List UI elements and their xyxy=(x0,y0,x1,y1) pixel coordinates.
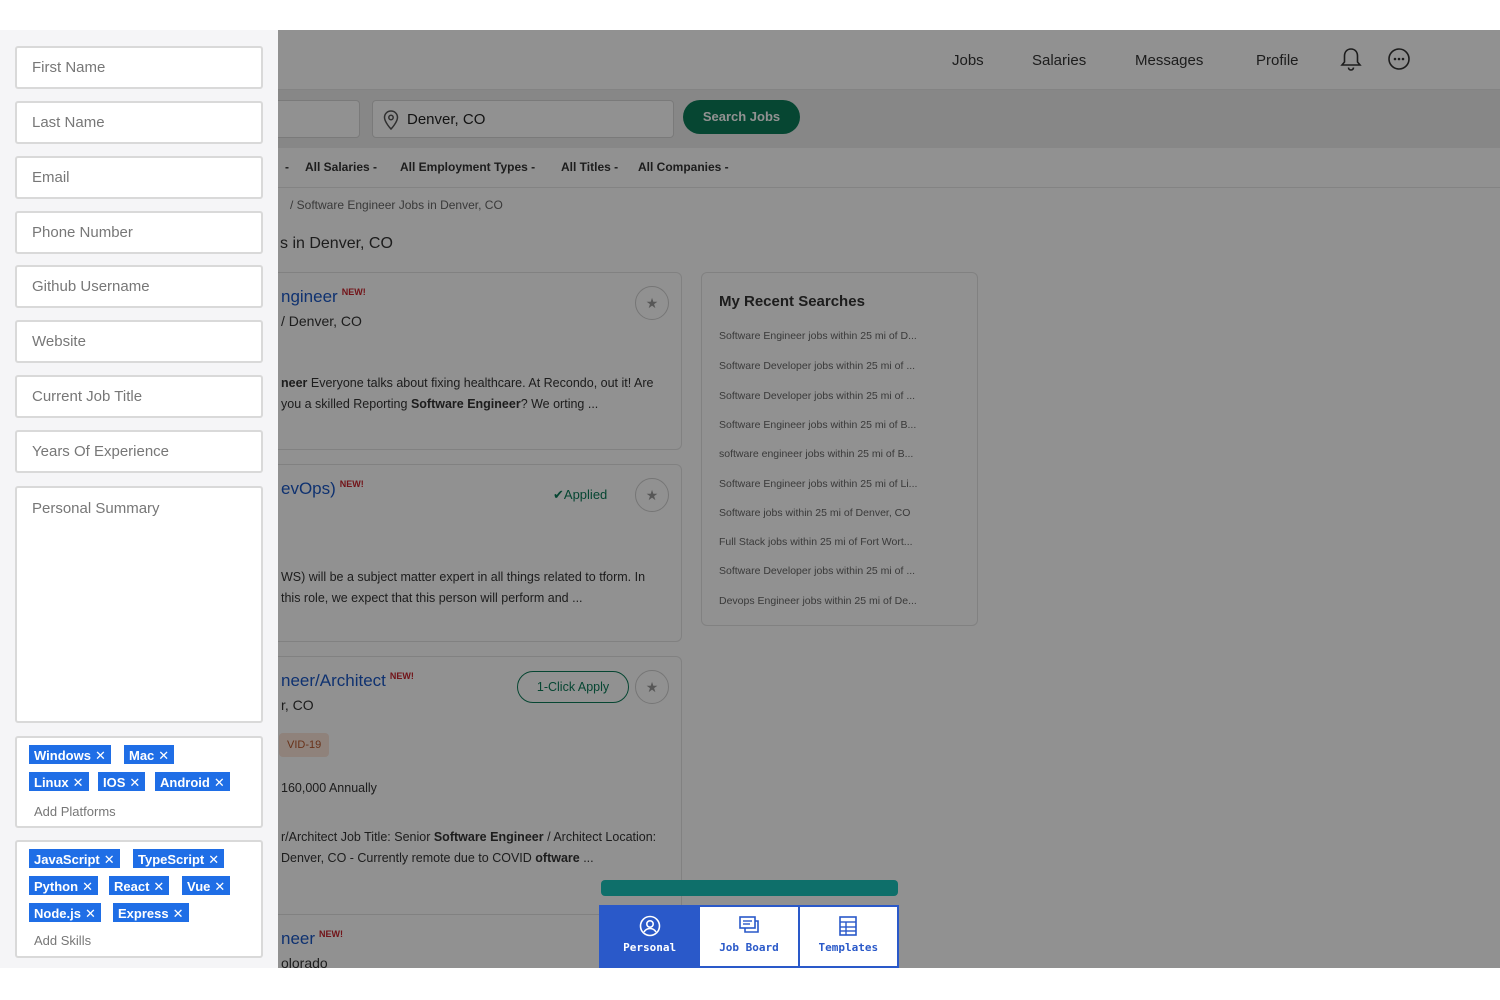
remove-tag-icon[interactable]: ✕ xyxy=(85,906,96,921)
skill-tag: Node.js ✕ xyxy=(28,902,102,923)
remove-tag-icon[interactable]: ✕ xyxy=(82,879,93,894)
skills-tag-input[interactable]: JavaScript ✕ TypeScript ✕ Python ✕ React ✕ V… xyxy=(15,840,263,958)
website-field[interactable] xyxy=(15,320,263,363)
remove-tag-icon[interactable]: ✕ xyxy=(95,748,106,763)
personal-info-panel: Windows✕ Mac✕ Linux✕ IOS✕ Android✕ Add P… xyxy=(0,30,278,968)
tag-label: Vue xyxy=(187,879,211,894)
progress-bar xyxy=(601,880,898,896)
skill-tag: JavaScript ✕ xyxy=(28,848,121,869)
screen: Jobs Salaries Messages Profile Denver, C… xyxy=(0,0,1500,1000)
remove-tag-icon[interactable]: ✕ xyxy=(158,748,169,763)
platforms-tag-input[interactable]: Windows ✕ Mac ✕ Linux ✕ IOS ✕ Android ✕ Add P… xyxy=(15,736,263,828)
tag-label: IOS xyxy=(103,775,126,790)
template-grid-icon xyxy=(839,916,858,936)
tab-templates-label: Templates xyxy=(818,941,879,954)
platform-tag: IOS ✕ xyxy=(97,771,147,792)
user-circle-icon xyxy=(639,915,660,937)
skill-tag: React ✕ xyxy=(108,875,171,896)
chat-board-icon xyxy=(739,916,759,933)
tag-label: Express xyxy=(118,906,169,921)
remove-tag-icon[interactable]: ✕ xyxy=(129,775,140,790)
tag-label: Linux xyxy=(34,775,69,790)
tag-label: Android xyxy=(160,775,210,790)
platform-tag: Mac ✕ xyxy=(123,744,176,765)
years-of-experience-field[interactable] xyxy=(15,430,263,473)
tag-label: Node.js xyxy=(34,906,81,921)
add-skills-input[interactable]: Add Skills xyxy=(34,933,91,948)
first-name-field[interactable] xyxy=(15,46,263,89)
tag-label: JavaScript xyxy=(34,852,100,867)
add-platforms-input[interactable]: Add Platforms xyxy=(34,804,116,819)
tag-label: Windows xyxy=(34,748,91,763)
bottom-tab-bar: Personal Job Board Templates xyxy=(599,905,899,968)
tab-personal-label: Personal xyxy=(623,941,677,954)
tab-job-board-label: Job Board xyxy=(719,941,779,954)
platform-tag: Android ✕ xyxy=(154,771,231,792)
tag-label: TypeScript xyxy=(138,852,205,867)
remove-tag-icon[interactable]: ✕ xyxy=(214,775,225,790)
github-username-field[interactable] xyxy=(15,265,263,308)
remove-tag-icon[interactable]: ✕ xyxy=(73,775,84,790)
tab-job-board[interactable]: Job Board xyxy=(700,907,800,966)
remove-tag-icon[interactable]: ✕ xyxy=(214,879,225,894)
remove-tag-icon[interactable]: ✕ xyxy=(153,879,164,894)
tab-personal[interactable]: Personal xyxy=(601,907,701,966)
last-name-field[interactable] xyxy=(15,101,263,144)
platform-tag: Linux ✕ xyxy=(28,771,90,792)
phone-number-field[interactable] xyxy=(15,211,263,254)
tab-templates[interactable]: Templates xyxy=(800,907,897,966)
email-field[interactable] xyxy=(15,156,263,199)
personal-summary-field[interactable] xyxy=(15,486,263,723)
skill-tag: Vue ✕ xyxy=(181,875,232,896)
remove-tag-icon[interactable]: ✕ xyxy=(208,852,219,867)
skill-tag: Python ✕ xyxy=(28,875,99,896)
tag-label: Mac xyxy=(129,748,155,763)
remove-tag-icon[interactable]: ✕ xyxy=(104,852,115,867)
platform-tag: Windows ✕ xyxy=(28,744,112,765)
dim-overlay xyxy=(278,30,1500,968)
skill-tag: Express ✕ xyxy=(112,902,190,923)
remove-tag-icon[interactable]: ✕ xyxy=(173,906,184,921)
skill-tag: TypeScript ✕ xyxy=(132,848,226,869)
current-job-title-field[interactable] xyxy=(15,375,263,418)
tag-label: React xyxy=(114,879,150,894)
tag-label: Python xyxy=(34,879,79,894)
